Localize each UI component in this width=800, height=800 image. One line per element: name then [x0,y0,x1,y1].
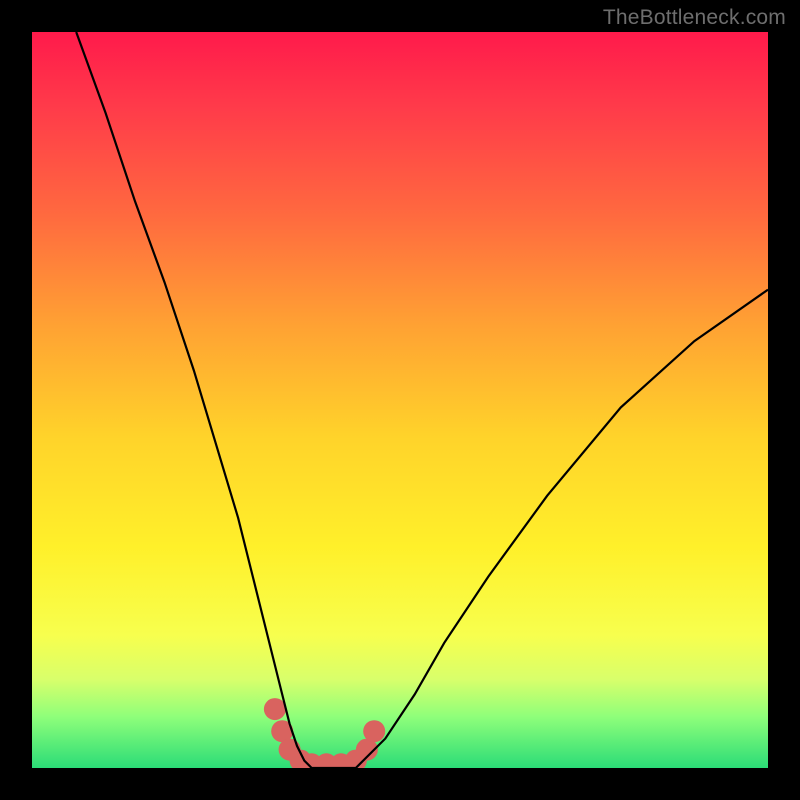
highlight-dot [264,698,286,720]
highlight-dot [363,720,385,742]
chart-frame: TheBottleneck.com [0,0,800,800]
watermark-text: TheBottleneck.com [603,6,786,30]
plot-area [32,32,768,768]
bottleneck-curve [76,32,768,768]
bottleneck-chart-svg [32,32,768,768]
